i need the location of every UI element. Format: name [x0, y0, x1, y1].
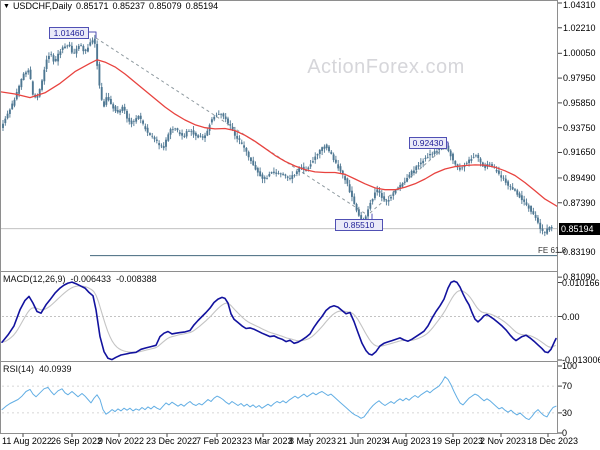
watermark: ActionForex.com	[307, 56, 465, 78]
date-label: 18 Dec 2023	[527, 436, 579, 446]
rsi-axis-tick: 30	[562, 407, 573, 418]
macd-signal-value: -0.008388	[116, 274, 157, 284]
price-axis-tick: 0.97950	[563, 73, 596, 84]
date-label: 19 Sep 2023	[432, 436, 484, 446]
price-axis-tick: 1.04310	[563, 0, 596, 10]
date-label: 7 Feb 2023	[196, 436, 242, 446]
price-axis-tick: 1.02210	[563, 22, 596, 33]
rsi-value: 40.0939	[39, 364, 72, 374]
macd-indicator-label: MACD(12,26,9) -0.006433 -0.008388	[3, 274, 162, 284]
close-value: 0.85194	[185, 1, 219, 11]
date-label: 21 Jun 2023	[337, 436, 387, 446]
price-axis-tick: 0.89490	[563, 172, 596, 183]
rsi-axis-tick: 100	[562, 361, 578, 371]
high-value: 0.85237	[112, 1, 146, 11]
ohlc-header: ▼ USDCHF,Daily 0.85171 0.85237 0.85079 0.8519…	[3, 1, 222, 11]
price-annotation[interactable]: 1.01460	[49, 27, 89, 39]
date-label: 23 Mar 2023	[242, 436, 293, 446]
main-price-panel	[1, 34, 557, 257]
macd-axis-tick: 0.010166	[562, 277, 600, 288]
open-value: 0.85171	[75, 1, 109, 11]
current-price-tag: 0.85194	[559, 222, 600, 235]
date-label: 8 May 2023	[289, 436, 337, 446]
date-label: 11 Aug 2022	[2, 436, 52, 446]
price-axis-tick: 0.83190	[563, 247, 596, 258]
low-value: 0.85079	[149, 1, 182, 11]
macd-value: -0.006433	[70, 274, 112, 284]
rsi-name: RSI(14)	[3, 364, 35, 374]
chart-window: ▼ USDCHF,Daily 0.85171 0.85237 0.85079 0.8519…	[0, 0, 600, 450]
price-axis-tick: 0.93750	[563, 122, 596, 133]
price-axis-tick: 0.87390	[563, 197, 596, 208]
date-label: 2 Nov 2023	[480, 436, 527, 446]
symbol-period-label: USDCHF,Daily	[12, 1, 72, 11]
date-label: 26 Sep 2022	[51, 436, 103, 446]
date-label: 4 Aug 2023	[385, 436, 431, 446]
symbol-header-toggle-icon[interactable]: ▼	[3, 3, 10, 10]
macd-name: MACD(12,26,9)	[3, 274, 66, 284]
price-axis-tick: 1.00050	[563, 48, 596, 59]
date-label: 9 Nov 2022	[98, 436, 145, 446]
price-annotation[interactable]: 0.92430	[409, 137, 447, 149]
date-label: 23 Dec 2022	[146, 436, 198, 446]
fib-extension-label: FE 61.8	[538, 246, 567, 255]
price-axis-tick: 0.95850	[563, 97, 596, 108]
price-axis-tick: 0.91650	[563, 147, 596, 158]
price-annotation[interactable]: 0.85510	[335, 219, 383, 231]
macd-axis-tick: 0.00	[562, 311, 580, 322]
rsi-axis-tick: 70	[562, 381, 573, 392]
rsi-indicator-label: RSI(14) 40.0939	[3, 364, 77, 374]
